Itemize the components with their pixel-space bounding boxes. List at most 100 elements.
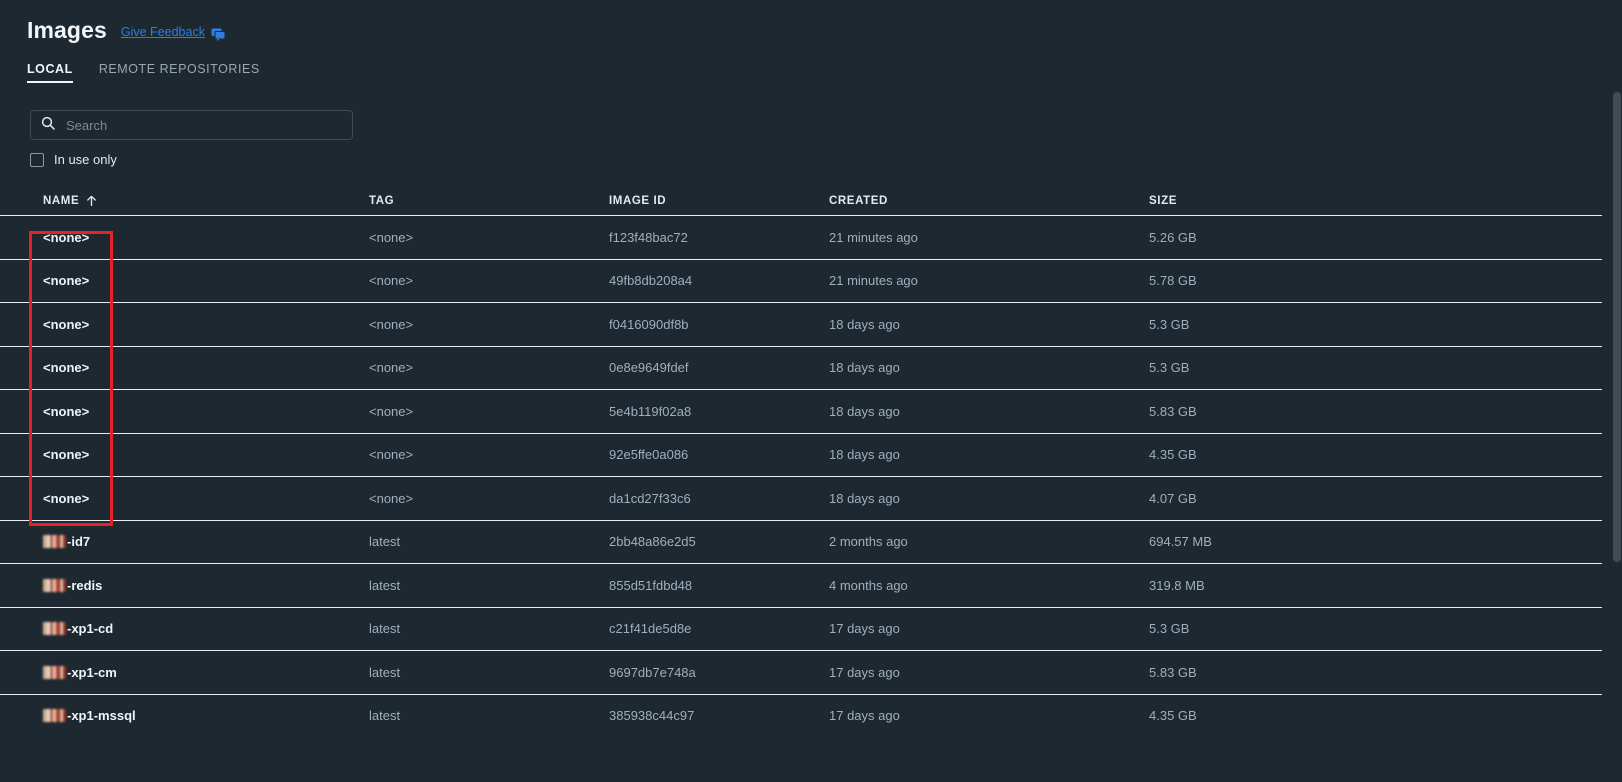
table-row[interactable]: -xp1-mssql latest 385938c44c97 17 days ago 4… <box>0 693 1602 738</box>
table-row[interactable]: <none> <none> da1cd27f33c6 18 days ago 4.07 … <box>0 476 1602 520</box>
search-box[interactable] <box>30 110 353 140</box>
cell-image-id: 855d51fdbd48 <box>609 577 693 593</box>
table-row[interactable]: <none> <none> f0416090df8b 18 days ago 5.3 G… <box>0 302 1602 346</box>
cell-size: 4.35 GB <box>1149 708 1197 724</box>
column-header-size[interactable]: SIZE <box>1149 195 1399 207</box>
search-input[interactable] <box>64 116 342 134</box>
redacted-name-prefix-icon <box>43 622 66 636</box>
cell-created: 2 months ago <box>829 534 908 550</box>
cell-tag: latest <box>369 577 401 593</box>
table-row[interactable]: -redis latest 855d51fdbd48 4 months ago 319.… <box>0 563 1602 607</box>
cell-tag: <none> <box>369 229 414 245</box>
cell-tag: latest <box>369 664 401 680</box>
cell-created: 18 days ago <box>829 360 900 376</box>
redacted-name-prefix-icon <box>43 535 66 549</box>
cell-created: 18 days ago <box>829 316 900 332</box>
tab-local[interactable]: LOCAL <box>27 62 73 83</box>
cell-name: -xp1-cm <box>0 665 369 680</box>
view-tabs: LOCAL REMOTE REPOSITORIES <box>0 44 1622 83</box>
cell-created: 18 days ago <box>829 403 900 419</box>
cell-created: 18 days ago <box>829 447 900 463</box>
cell-size: 5.26 GB <box>1149 229 1197 245</box>
cell-tag: <none> <box>369 273 414 289</box>
table-row[interactable]: <none> <none> 49fb8db208a4 21 minutes ago 5.… <box>0 258 1602 303</box>
page-header: Images Give Feedback <box>0 0 1622 44</box>
cell-name: <none> <box>43 490 90 506</box>
cell-size: 694.57 MB <box>1149 534 1212 550</box>
give-feedback-label: Give Feedback <box>120 25 205 39</box>
images-page: Images Give Feedback LOCAL REMOTE REPOSI… <box>0 0 1622 782</box>
cell-size: 5.83 GB <box>1149 664 1197 680</box>
cell-image-id: 9697db7e748a <box>609 664 696 680</box>
cell-size: 5.3 GB <box>1149 360 1190 376</box>
vertical-scrollbar-track[interactable] <box>1611 0 1622 782</box>
cell-size: 4.07 GB <box>1149 490 1197 506</box>
cell-name-label: -xp1-mssql <box>67 708 136 724</box>
cell-name-label: -redis <box>67 577 103 593</box>
redacted-name-prefix-icon <box>43 578 66 592</box>
cell-tag: latest <box>369 708 401 724</box>
cell-name-label: -id7 <box>67 534 91 550</box>
redacted-name-prefix-icon <box>43 709 66 723</box>
cell-name: <none> <box>43 316 90 332</box>
tab-remote-repositories[interactable]: REMOTE REPOSITORIES <box>99 62 260 83</box>
cell-name: <none> <box>43 229 90 245</box>
give-feedback-link[interactable]: Give Feedback <box>120 25 226 41</box>
table-row[interactable]: -xp1-cd latest c21f41de5d8e 17 days ago 5.3 … <box>0 606 1602 651</box>
column-header-name[interactable]: NAME <box>0 195 369 207</box>
table-row[interactable]: -xp1-cm latest 9697db7e748a 17 days ago 5.83… <box>0 650 1602 694</box>
in-use-only-label: In use only <box>54 152 117 167</box>
cell-image-id: 385938c44c97 <box>609 708 695 724</box>
column-header-tag[interactable]: TAG <box>369 195 609 207</box>
cell-size: 5.83 GB <box>1149 403 1197 419</box>
in-use-only-checkbox[interactable] <box>30 152 44 167</box>
cell-created: 17 days ago <box>829 621 900 637</box>
cell-size: 5.3 GB <box>1149 316 1190 332</box>
table-row[interactable]: <none> <none> f123f48bac72 21 minutes ago 5.… <box>0 215 1602 259</box>
table-body: <none> <none> f123f48bac72 21 minutes ago 5.… <box>0 215 1602 737</box>
table-row[interactable]: <none> <none> 5e4b119f02a8 18 days ago 5.83 … <box>0 389 1602 433</box>
cell-name: -xp1-cd <box>0 621 369 636</box>
cell-created: 17 days ago <box>829 708 900 724</box>
cell-tag: <none> <box>369 403 414 419</box>
cell-name: -xp1-mssql <box>0 708 369 723</box>
cell-created: 21 minutes ago <box>829 273 918 289</box>
cell-created: 21 minutes ago <box>829 229 918 245</box>
search-icon <box>41 116 55 135</box>
arrow-up-icon <box>86 195 97 207</box>
cell-tag: <none> <box>369 447 414 463</box>
cell-tag: latest <box>369 621 401 637</box>
cell-image-id: f123f48bac72 <box>609 229 688 245</box>
in-use-only-filter[interactable]: In use only <box>0 140 117 167</box>
table-row[interactable]: -id7 latest 2bb48a86e2d5 2 months ago 694.57… <box>0 519 1602 564</box>
cell-image-id: 49fb8db208a4 <box>609 273 693 289</box>
feedback-chat-icon <box>211 28 226 41</box>
cell-image-id: f0416090df8b <box>609 316 689 332</box>
table-row[interactable]: <none> <none> 92e5ffe0a086 18 days ago 4.35 … <box>0 432 1602 477</box>
cell-name-label: -xp1-cd <box>67 621 114 637</box>
cell-name: <none> <box>43 403 90 419</box>
cell-image-id: da1cd27f33c6 <box>609 490 691 506</box>
cell-name: <none> <box>43 447 90 463</box>
cell-image-id: 92e5ffe0a086 <box>609 447 689 463</box>
cell-tag: <none> <box>369 360 414 376</box>
vertical-scrollbar-thumb[interactable] <box>1613 92 1621 562</box>
cell-created: 4 months ago <box>829 577 908 593</box>
cell-name: -id7 <box>0 534 369 549</box>
cell-image-id: 0e8e9649fdef <box>609 360 689 376</box>
cell-image-id: 5e4b119f02a8 <box>609 403 692 419</box>
table-header-row: NAME TAG IMAGE ID CREATED SIZE <box>0 187 1602 215</box>
cell-name: -redis <box>0 578 369 593</box>
cell-created: 17 days ago <box>829 664 900 680</box>
column-header-created[interactable]: CREATED <box>829 195 1149 207</box>
cell-tag: latest <box>369 534 401 550</box>
cell-size: 4.35 GB <box>1149 447 1197 463</box>
cell-created: 18 days ago <box>829 490 900 506</box>
table-row[interactable]: <none> <none> 0e8e9649fdef 18 days ago 5.3 G… <box>0 345 1602 390</box>
cell-size: 5.3 GB <box>1149 621 1190 637</box>
column-header-image-id[interactable]: IMAGE ID <box>609 195 829 207</box>
column-header-name-label: NAME <box>43 195 80 207</box>
cell-tag: <none> <box>369 316 414 332</box>
redacted-name-prefix-icon <box>43 665 66 679</box>
cell-size: 5.78 GB <box>1149 273 1197 289</box>
